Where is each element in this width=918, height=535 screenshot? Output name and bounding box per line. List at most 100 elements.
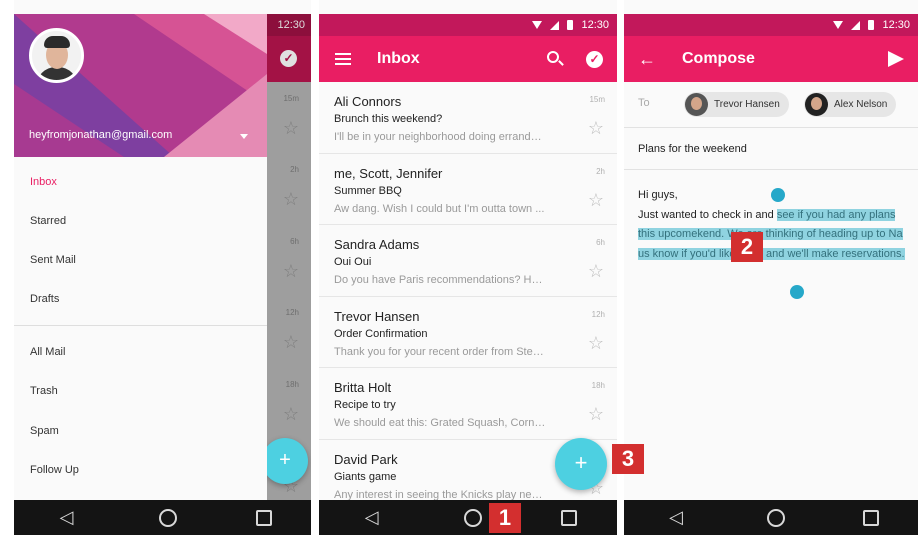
star-icon[interactable]: ☆ xyxy=(588,404,604,425)
system-nav-bar: ◁ xyxy=(319,500,617,535)
status-time: 12:30 xyxy=(882,19,910,31)
search-icon[interactable] xyxy=(547,51,559,63)
check-all-icon[interactable]: ✓ xyxy=(586,51,603,68)
email-subject: Giants game xyxy=(334,470,397,483)
recipient-name: Alex Nelson xyxy=(834,99,888,110)
drawer-item-trash[interactable]: Trash xyxy=(30,385,58,397)
email-time: 6h xyxy=(596,238,605,247)
inbox-screen: 12:30 Inbox ✓ Ali Connors Brunch this we… xyxy=(319,0,617,535)
drawer-item-drafts[interactable]: Drafts xyxy=(30,293,59,305)
app-bar: Inbox ✓ xyxy=(319,36,617,82)
avatar[interactable] xyxy=(29,28,84,83)
star-icon[interactable]: ☆ xyxy=(588,261,604,282)
email-sender: David Park xyxy=(334,451,398,467)
nav-home-icon[interactable] xyxy=(463,508,482,527)
signal-icon xyxy=(851,20,861,30)
selection-end-handle[interactable] xyxy=(790,285,804,299)
nav-back-icon[interactable]: ◁ xyxy=(359,507,385,528)
backdrop-row: 6h ☆ xyxy=(261,225,311,296)
system-nav-bar: ◁ xyxy=(14,500,311,535)
drawer-screen: 12:30 ✓ 15m ☆ 2h ☆ 6h ☆ 12h ☆ 18h ☆ ☆ + heyfr… xyxy=(14,0,311,535)
backdrop-row: 15m ☆ xyxy=(261,82,311,153)
app-bar: ← Compose xyxy=(624,36,918,82)
battery-icon xyxy=(567,20,574,30)
drawer-item-spam[interactable]: Spam xyxy=(30,425,59,437)
email-sender: Ali Connors xyxy=(334,94,402,109)
email-row[interactable]: Sandra Adams Oui Oui Do you have Paris r… xyxy=(319,225,617,297)
drawer-item-starred[interactable]: Starred xyxy=(30,215,66,227)
status-bar: 12:30 xyxy=(624,14,918,36)
star-icon[interactable]: ☆ xyxy=(588,333,604,354)
email-preview: Aw dang. Wish I could but I'm outta town… xyxy=(334,202,545,215)
subject-field[interactable]: Plans for the weekend xyxy=(624,128,918,170)
to-label: To xyxy=(638,97,650,109)
email-time: 15m xyxy=(589,95,605,104)
signal-icon xyxy=(550,20,560,30)
page-title: Inbox xyxy=(377,50,420,67)
drawer-divider xyxy=(14,325,267,326)
nav-recents-icon[interactable] xyxy=(255,509,272,526)
wifi-icon xyxy=(532,21,543,29)
system-nav-bar: ◁ xyxy=(624,500,918,535)
backdrop-row: 18h ☆ xyxy=(261,368,311,439)
compose-fab[interactable]: + xyxy=(555,438,607,490)
selected-text: us know if you'd like to go and we'll ma… xyxy=(638,247,905,260)
backdrop-time: 2h xyxy=(290,165,299,174)
recipient-chip[interactable]: Alex Nelson xyxy=(804,92,897,117)
nav-back-icon[interactable]: ◁ xyxy=(663,507,689,528)
email-subject: Brunch this weekend? xyxy=(334,113,443,125)
email-sender: Britta Holt xyxy=(334,380,392,395)
compose-screen: 12:30 ← Compose To Trevor Hansen Alex Ne… xyxy=(624,0,918,535)
recipient-chip[interactable]: Trevor Hansen xyxy=(684,92,789,117)
selected-text: ekend. We are thinking of heading up to … xyxy=(691,228,903,240)
battery-icon xyxy=(868,20,875,30)
nav-home-icon[interactable] xyxy=(158,508,177,527)
email-subject: Summer BBQ xyxy=(334,184,402,197)
backdrop-row: 12h ☆ xyxy=(261,296,311,367)
email-subject: Oui Oui xyxy=(334,256,372,268)
compose-fab-backdrop: + xyxy=(262,438,308,484)
callout-badge-1: 1 xyxy=(489,503,521,533)
callout-badge-2: 2 xyxy=(731,232,763,262)
back-arrow-icon[interactable]: ← xyxy=(638,49,656,70)
star-icon[interactable]: ☆ xyxy=(588,118,604,139)
drawer-item-sent-mail[interactable]: Sent Mail xyxy=(30,254,76,266)
nav-home-icon[interactable] xyxy=(767,508,785,527)
menu-icon[interactable] xyxy=(335,53,351,65)
email-preview: I'll be in your neighborhood doing erran… xyxy=(334,131,546,143)
nav-recents-icon[interactable] xyxy=(863,509,879,526)
selection-start-handle[interactable] xyxy=(771,188,785,202)
backdrop-time: 15m xyxy=(283,94,299,103)
wifi-icon xyxy=(833,21,844,29)
avatar xyxy=(685,93,708,116)
nav-recents-icon[interactable] xyxy=(561,509,578,526)
email-preview: Do you have Paris recommendations? Hav..… xyxy=(334,274,546,286)
star-icon: ☆ xyxy=(282,332,299,352)
navigation-drawer: heyfromjonathan@gmail.com Inbox Starred … xyxy=(14,14,267,500)
chevron-down-icon[interactable] xyxy=(240,134,248,139)
email-preview: Any interest in seeing the Knicks play n… xyxy=(334,488,546,501)
drawer-item-follow-up[interactable]: Follow Up xyxy=(30,464,79,476)
subject-text: Plans for the weekend xyxy=(638,143,747,155)
email-row[interactable]: Ali Connors Brunch this weekend? I'll be… xyxy=(319,82,617,154)
star-icon: ☆ xyxy=(282,118,299,138)
email-row[interactable]: Britta Holt Recipe to try We should eat … xyxy=(319,368,617,440)
recipients-field[interactable]: To Trevor Hansen Alex Nelson xyxy=(624,82,918,128)
send-icon[interactable] xyxy=(888,51,904,67)
nav-back-icon[interactable]: ◁ xyxy=(54,507,80,528)
check-all-icon: ✓ xyxy=(280,50,297,67)
email-row[interactable]: Trevor Hansen Order Confirmation Thank y… xyxy=(319,296,617,368)
status-time: 12:30 xyxy=(277,19,305,31)
drawer-item-all-mail[interactable]: All Mail xyxy=(30,346,65,358)
email-sender: Trevor Hansen xyxy=(334,308,420,324)
backdrop-time: 6h xyxy=(290,237,299,246)
account-header[interactable]: heyfromjonathan@gmail.com xyxy=(14,14,267,157)
email-subject: Recipe to try xyxy=(334,399,396,411)
callout-badge-3: 3 xyxy=(612,444,644,474)
backdrop-time: 12h xyxy=(285,308,299,317)
drawer-item-inbox[interactable]: Inbox xyxy=(30,176,57,188)
email-time: 2h xyxy=(596,166,605,176)
email-row[interactable]: me, Scott, Jennifer Summer BBQ Aw dang. … xyxy=(319,153,617,225)
star-icon[interactable]: ☆ xyxy=(588,190,604,211)
email-preview: Thank you for your recent order from Ste… xyxy=(334,345,546,358)
